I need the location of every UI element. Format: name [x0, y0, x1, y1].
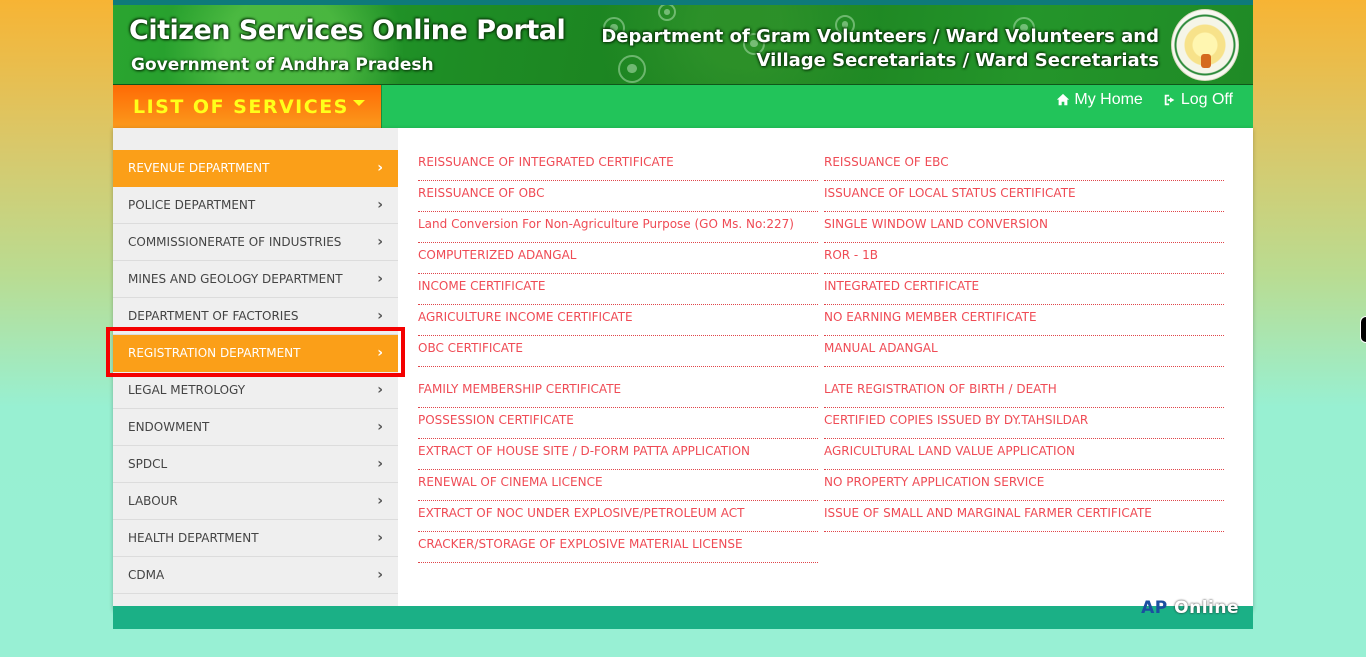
chevron-right-icon: ›	[377, 567, 383, 583]
brand-part-2: Online	[1174, 598, 1239, 618]
chevron-right-icon: ›	[377, 419, 383, 435]
log-off-link[interactable]: Log Off	[1163, 91, 1233, 109]
portal-subtitle: Government of Andhra Pradesh	[131, 55, 434, 75]
sidebar-item-registration-department[interactable]: REGISTRATION DEPARTMENT ›	[113, 335, 398, 372]
chevron-right-icon: ›	[377, 345, 383, 361]
service-link[interactable]: INTEGRATED CERTIFICATE	[824, 274, 1224, 305]
list-of-services-dropdown[interactable]: LIST OF SERVICES	[113, 85, 382, 128]
sidebar-item-police-department[interactable]: POLICE DEPARTMENT ›	[113, 187, 398, 224]
top-links: My Home Log Off	[1056, 91, 1233, 109]
sidebar-item-revenue-department[interactable]: REVENUE DEPARTMENT ›	[113, 150, 398, 187]
decorative-bubble	[658, 5, 676, 21]
sidebar-item-label: ENDOWMENT	[128, 420, 210, 434]
sidebar-item-label: COMMISSIONERATE OF INDUSTRIES	[128, 235, 342, 249]
sidebar-item-legal-metrology[interactable]: LEGAL METROLOGY ›	[113, 372, 398, 409]
sidebar-item-label: POLICE DEPARTMENT	[128, 198, 256, 212]
state-emblem-icon	[1171, 9, 1239, 81]
footer-bar: AP Online	[113, 598, 1253, 629]
service-link[interactable]: NO PROPERTY APPLICATION SERVICE	[824, 470, 1224, 501]
services-column-left: REISSUANCE OF INTEGRATED CERTIFICATE REIS…	[418, 150, 818, 563]
chevron-right-icon: ›	[377, 234, 383, 250]
department-sidebar: REVENUE DEPARTMENT › POLICE DEPARTMENT › COM…	[113, 128, 398, 612]
list-of-services-label: LIST OF SERVICES	[133, 95, 349, 118]
chevron-right-icon: ›	[377, 160, 383, 176]
sidebar-item-label: MINES AND GEOLOGY DEPARTMENT	[128, 272, 343, 286]
service-link[interactable]: INCOME CERTIFICATE	[418, 274, 818, 305]
log-off-label: Log Off	[1180, 91, 1233, 108]
sidebar-item-commissionerate-of-industries[interactable]: COMMISSIONERATE OF INDUSTRIES ›	[113, 224, 398, 261]
portal-title: Citizen Services Online Portal	[129, 15, 566, 46]
service-link[interactable]: ISSUANCE OF LOCAL STATUS CERTIFICATE	[824, 181, 1224, 212]
my-home-label: My Home	[1074, 91, 1143, 108]
sidebar-item-label: CDMA	[128, 568, 165, 582]
service-link[interactable]: COMPUTERIZED ADANGAL	[418, 243, 818, 274]
chevron-right-icon: ›	[377, 197, 383, 213]
sidebar-item-cdma[interactable]: CDMA ›	[113, 557, 398, 594]
sidebar-item-labour[interactable]: LABOUR ›	[113, 483, 398, 520]
brand-part-1: AP	[1141, 598, 1168, 618]
services-panel: REVENUE DEPARTMENT › POLICE DEPARTMENT › COM…	[113, 128, 1253, 612]
sign-out-icon	[1164, 94, 1175, 106]
department-line-1: Department of Gram Volunteers / Ward Vol…	[601, 26, 1159, 47]
sidebar-item-label: SPDCL	[128, 457, 168, 471]
services-column-right: REISSUANCE OF EBC ISSUANCE OF LOCAL STATU…	[824, 150, 1224, 532]
my-home-link[interactable]: My Home	[1056, 91, 1143, 109]
home-icon	[1057, 93, 1070, 106]
department-line-2: Village Secretariats / Ward Secretariats	[756, 50, 1159, 71]
service-link[interactable]: AGRICULTURE INCOME CERTIFICATE	[418, 305, 818, 336]
service-link[interactable]: Land Conversion For Non-Agriculture Purp…	[418, 212, 818, 243]
sidebar-item-department-of-factories[interactable]: DEPARTMENT OF FACTORIES ›	[113, 298, 398, 335]
service-link[interactable]: AGRICULTURAL LAND VALUE APPLICATION	[824, 439, 1224, 470]
service-link[interactable]: POSSESSION CERTIFICATE	[418, 408, 818, 439]
service-link[interactable]: RENEWAL OF CINEMA LICENCE	[418, 470, 818, 501]
service-link[interactable]: FAMILY MEMBERSHIP CERTIFICATE	[418, 377, 818, 408]
page-wrapper: Citizen Services Online Portal Governmen…	[113, 0, 1253, 612]
service-link[interactable]: REISSUANCE OF INTEGRATED CERTIFICATE	[418, 150, 818, 181]
chevron-right-icon: ›	[377, 493, 383, 509]
sidebar-item-spdcl[interactable]: SPDCL ›	[113, 446, 398, 483]
service-link[interactable]: OBC CERTIFICATE	[418, 336, 818, 367]
header-banner: Citizen Services Online Portal Governmen…	[113, 5, 1253, 85]
sidebar-item-label: REGISTRATION DEPARTMENT	[128, 346, 301, 360]
department-name: Department of Gram Volunteers / Ward Vol…	[601, 25, 1159, 73]
service-link[interactable]: LATE REGISTRATION OF BIRTH / DEATH	[824, 377, 1224, 408]
sidebar-item-label: LABOUR	[128, 494, 178, 508]
chevron-right-icon: ›	[377, 530, 383, 546]
sidebar-item-label: LEGAL METROLOGY	[128, 383, 246, 397]
service-link[interactable]: REISSUANCE OF EBC	[824, 150, 1224, 181]
chevron-right-icon: ›	[377, 456, 383, 472]
service-link[interactable]: ISSUE OF SMALL AND MARGINAL FARMER CERTI…	[824, 501, 1224, 532]
sidebar-item-health-department[interactable]: HEALTH DEPARTMENT ›	[113, 520, 398, 557]
sidebar-item-label: HEALTH DEPARTMENT	[128, 531, 259, 545]
service-link[interactable]: ROR - 1B	[824, 243, 1224, 274]
service-link[interactable]: MANUAL ADANGAL	[824, 336, 1224, 367]
sidebar-item-label: REVENUE DEPARTMENT	[128, 161, 270, 175]
service-link[interactable]: CRACKER/STORAGE OF EXPLOSIVE MATERIAL LI…	[418, 532, 818, 563]
service-link[interactable]: EXTRACT OF NOC UNDER EXPLOSIVE/PETROLEUM…	[418, 501, 818, 532]
service-link[interactable]: NO EARNING MEMBER CERTIFICATE	[824, 305, 1224, 336]
chevron-right-icon: ›	[377, 382, 383, 398]
sidebar-item-mines-and-geology-department[interactable]: MINES AND GEOLOGY DEPARTMENT ›	[113, 261, 398, 298]
chevron-right-icon: ›	[377, 308, 383, 324]
chevron-right-icon: ›	[377, 271, 383, 287]
side-widget-handle[interactable]	[1360, 316, 1366, 343]
sidebar-item-endowment[interactable]: ENDOWMENT ›	[113, 409, 398, 446]
sidebar-item-label: DEPARTMENT OF FACTORIES	[128, 309, 299, 323]
service-link[interactable]: SINGLE WINDOW LAND CONVERSION	[824, 212, 1224, 243]
service-link[interactable]: EXTRACT OF HOUSE SITE / D-FORM PATTA APP…	[418, 439, 818, 470]
service-link[interactable]: CERTIFIED COPIES ISSUED BY DY.TAHSILDAR	[824, 408, 1224, 439]
caret-down-icon	[353, 100, 365, 106]
ap-online-logo: AP Online	[1141, 598, 1239, 618]
navbar: LIST OF SERVICES My Home Log Off	[113, 85, 1253, 128]
service-link[interactable]: REISSUANCE OF OBC	[418, 181, 818, 212]
